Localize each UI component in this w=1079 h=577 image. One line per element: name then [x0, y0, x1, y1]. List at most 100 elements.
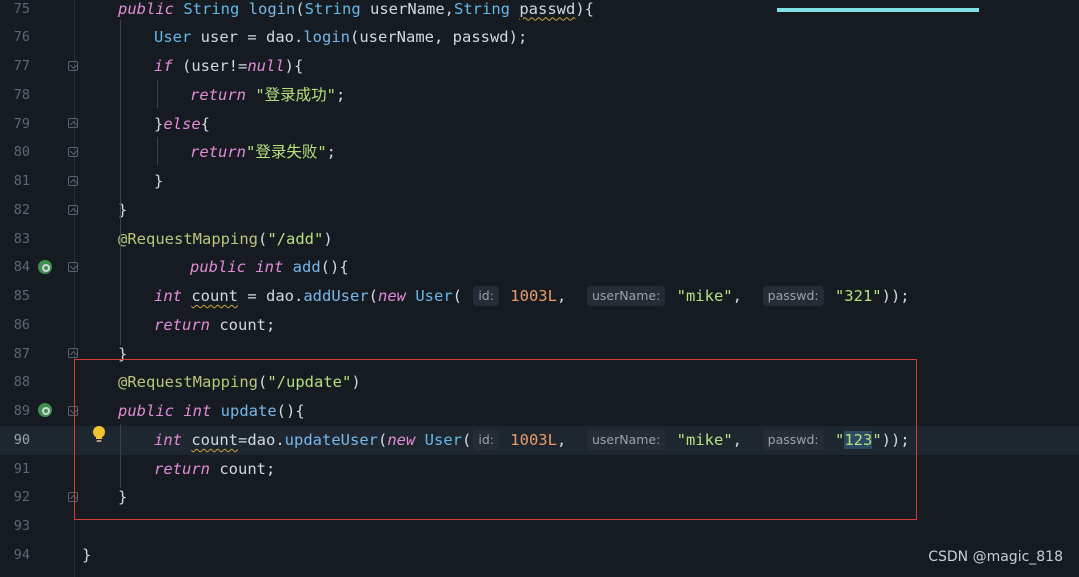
code-token: "/add" — [267, 229, 324, 248]
endpoint-gutter-icon[interactable] — [37, 259, 53, 275]
fold-marker-icon[interactable] — [68, 492, 78, 502]
code-token: "登录失败" — [246, 143, 327, 162]
parameter-hint: passwd: — [762, 286, 824, 306]
code-token: "mike" — [667, 430, 733, 449]
code-text[interactable]: int count = dao.addUser(new User( id: 10… — [154, 282, 910, 311]
code-text[interactable]: public String login(String userName,Stri… — [118, 0, 594, 23]
code-line[interactable]: 92} — [0, 483, 1079, 512]
code-token: "321" — [825, 287, 882, 305]
code-line[interactable]: 78 return "登录成功"; — [0, 81, 1079, 110]
line-number: 77 — [13, 58, 30, 74]
code-line[interactable]: 77 if (user!=null){ — [0, 52, 1079, 81]
code-token: ( — [378, 430, 388, 449]
code-token: String — [183, 0, 249, 18]
code-line[interactable]: 79}else{ — [0, 110, 1079, 139]
fold-marker-icon[interactable] — [68, 61, 78, 71]
line-number: 75 — [13, 0, 30, 17]
code-token: ) — [351, 373, 361, 392]
fold-marker-icon[interactable] — [68, 348, 78, 358]
code-line[interactable]: 94} — [0, 541, 1079, 570]
scroll-marker — [777, 8, 979, 12]
code-text[interactable]: public int update(){ — [118, 397, 305, 426]
code-token: "登录成功" — [255, 85, 336, 104]
code-text[interactable]: @RequestMapping("/add") — [118, 225, 333, 254]
line-number: 86 — [13, 316, 30, 333]
fold-marker-icon[interactable] — [68, 118, 78, 128]
code-token: passwd — [519, 0, 576, 18]
fold-marker-icon[interactable] — [68, 176, 78, 186]
code-token: ; — [336, 85, 346, 104]
lightbulb-icon[interactable] — [91, 425, 107, 443]
code-line[interactable]: 82} — [0, 196, 1079, 225]
code-text[interactable]: public int add(){ — [190, 253, 349, 282]
indent-guide — [157, 80, 158, 108]
code-token: User — [424, 430, 462, 449]
line-number: 85 — [13, 288, 30, 304]
code-line[interactable]: 88 @RequestMapping("/update") — [0, 368, 1079, 397]
code-token: else — [163, 114, 201, 133]
code-token: User — [154, 28, 201, 47]
code-token: String — [304, 0, 370, 18]
code-text[interactable]: return"登录失败"; — [190, 138, 336, 167]
code-token: 123 — [844, 430, 873, 449]
line-number: 78 — [13, 86, 30, 103]
code-token: ( — [295, 0, 305, 18]
code-token: ( — [368, 287, 378, 305]
code-editor[interactable]: 75 public String login(String userName,St… — [0, 0, 1079, 577]
code-token: } — [154, 114, 164, 133]
code-line[interactable]: 85 int count = dao.addUser(new User( id: … — [0, 282, 1079, 311]
fold-marker-icon[interactable] — [68, 406, 78, 416]
code-token: (){ — [320, 258, 349, 277]
code-token: } — [82, 545, 92, 564]
code-text[interactable]: if (user!=null){ — [154, 52, 303, 81]
code-line[interactable]: 87} — [0, 340, 1079, 369]
line-number: 91 — [13, 460, 30, 477]
code-token: updateUser — [284, 430, 378, 449]
fold-marker-icon[interactable] — [68, 147, 78, 157]
code-text[interactable]: } — [154, 167, 163, 196]
code-text[interactable]: int count=dao.updateUser(new User(id: 10… — [154, 426, 910, 455]
code-token: 1003L — [500, 430, 557, 449]
code-token: @RequestMapping — [118, 229, 258, 248]
code-line[interactable]: 93 — [0, 512, 1079, 541]
code-text[interactable]: return "登录成功"; — [190, 81, 345, 110]
code-text[interactable]: return count; — [154, 455, 275, 484]
code-line[interactable]: 81} — [0, 167, 1079, 196]
code-token: ( — [257, 373, 268, 392]
code-text[interactable]: User user = dao.login(userName, passwd); — [154, 23, 527, 52]
endpoint-gutter-icon[interactable] — [37, 402, 53, 418]
line-number: 84 — [13, 259, 30, 276]
fold-marker-icon[interactable] — [68, 262, 78, 272]
code-line[interactable]: 86 return count; — [0, 311, 1079, 340]
line-number: 76 — [13, 29, 30, 46]
code-token: public — [190, 258, 256, 277]
code-line[interactable]: 89 public int update(){ — [0, 397, 1079, 426]
code-text[interactable]: @RequestMapping("/update") — [118, 368, 361, 397]
code-line[interactable]: 90 int count=dao.updateUser(new User(id: … — [0, 425, 1079, 455]
code-line[interactable]: 83 @RequestMapping("/add") — [0, 225, 1079, 254]
code-token: new — [387, 430, 425, 449]
code-line[interactable]: 76 User user = dao.login(userName, passwd… — [0, 23, 1079, 52]
code-token: ){ — [284, 57, 304, 75]
code-text[interactable]: }else{ — [154, 110, 210, 139]
code-token: ( — [452, 287, 472, 305]
code-line[interactable]: 91 return count; — [0, 455, 1079, 484]
code-text[interactable]: return count; — [154, 311, 275, 340]
code-token: @RequestMapping — [118, 373, 258, 392]
code-token: = dao. — [238, 287, 304, 305]
code-token: , — [732, 430, 761, 449]
fold-marker-icon[interactable] — [68, 205, 78, 215]
code-text[interactable]: } — [82, 541, 91, 570]
watermark: CSDN @magic_818 — [928, 549, 1063, 565]
code-line[interactable]: 84 public int add(){ — [0, 253, 1079, 282]
code-token: (user!= — [182, 57, 248, 75]
code-line[interactable]: 80 return"登录失败"; — [0, 138, 1079, 167]
code-token: int — [154, 430, 192, 449]
code-token: add — [292, 258, 321, 277]
line-number: 80 — [13, 144, 30, 161]
code-token: public — [118, 0, 184, 18]
code-token: "mike" — [667, 287, 733, 305]
code-token: new — [378, 287, 416, 305]
parameter-hint: userName: — [586, 286, 666, 306]
code-token: ( — [257, 229, 268, 248]
